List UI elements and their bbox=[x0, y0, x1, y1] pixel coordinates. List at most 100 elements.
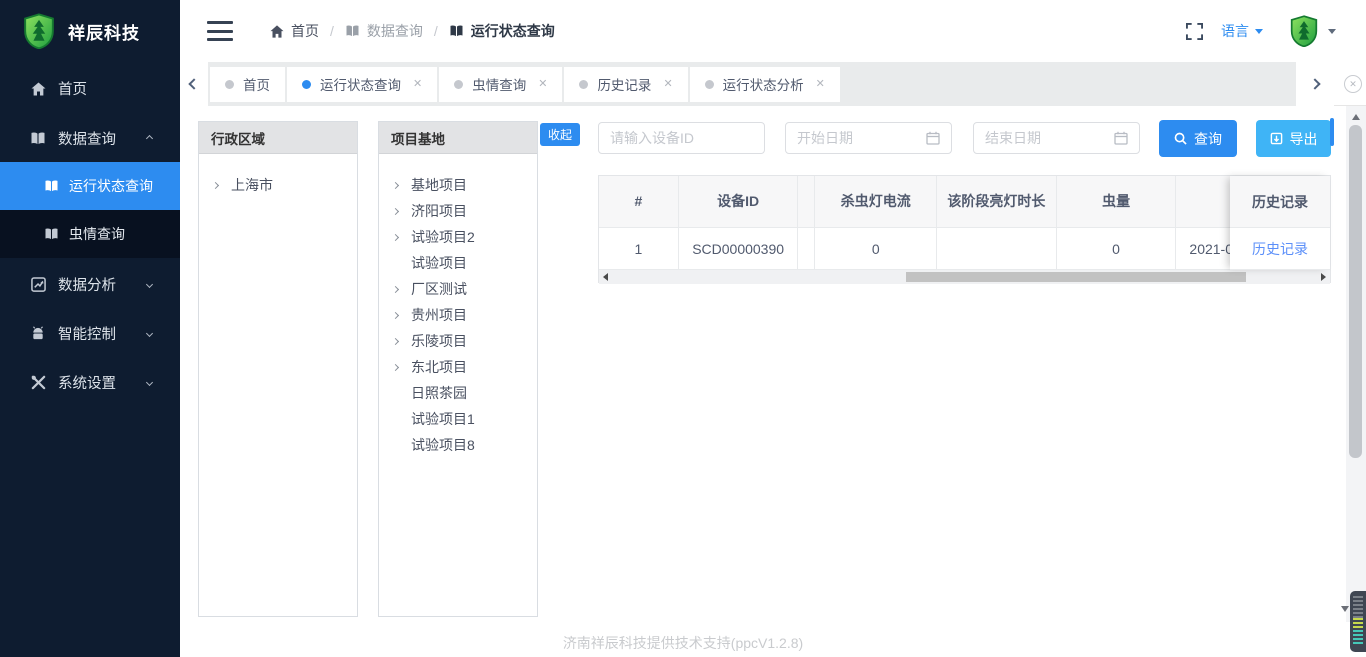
tab-label: 运行状态查询 bbox=[320, 74, 401, 94]
tree-item[interactable]: 济阳项目 bbox=[379, 198, 537, 224]
tree-item[interactable]: 日照茶园 bbox=[379, 380, 537, 406]
table-row: 1 SCD00000390 0 0 2021-0 bbox=[599, 228, 1330, 270]
chevron-right-icon[interactable] bbox=[393, 183, 401, 188]
topbar-actions: 语言 bbox=[1186, 0, 1366, 62]
breadcrumb-label: 首页 bbox=[291, 21, 319, 41]
sidebar-item-smart-control[interactable]: 智能控制 bbox=[0, 309, 180, 358]
tree-item[interactable]: 试验项目1 bbox=[379, 406, 537, 432]
chevron-right-icon[interactable] bbox=[393, 287, 401, 292]
tab-track: 首页 运行状态查询 虫情查询 历史记录 bbox=[208, 62, 1296, 106]
tab-close-icon[interactable] bbox=[538, 79, 547, 90]
region-panel-title: 行政区域 bbox=[199, 122, 357, 154]
end-date-input[interactable] bbox=[973, 122, 1140, 154]
horizontal-scrollbar-thumb[interactable] bbox=[906, 272, 1246, 282]
tree-item[interactable]: 基地项目 bbox=[379, 172, 537, 198]
table-header-partial bbox=[798, 176, 815, 228]
tree-item[interactable]: 试验项目8 bbox=[379, 432, 537, 458]
query-button[interactable]: 查询 bbox=[1159, 120, 1237, 157]
tab-run-status-analysis[interactable]: 运行状态分析 bbox=[690, 67, 840, 102]
language-selector[interactable]: 语言 bbox=[1221, 21, 1263, 41]
sidebar-item-label: 首页 bbox=[58, 78, 87, 99]
sidebar-item-home[interactable]: 首页 bbox=[0, 64, 180, 113]
table-horizontal-scrollbar[interactable] bbox=[599, 270, 1330, 284]
chevron-right-icon[interactable] bbox=[393, 235, 401, 240]
start-date-input[interactable] bbox=[785, 122, 952, 154]
scroll-left-arrow-icon[interactable] bbox=[603, 273, 608, 281]
history-record-link[interactable]: 历史记录 bbox=[1252, 239, 1308, 259]
caret-down-icon bbox=[1255, 29, 1263, 34]
export-button[interactable]: 导出 bbox=[1256, 120, 1331, 157]
tabs-scroll-left-button[interactable] bbox=[180, 62, 208, 106]
device-id-input[interactable] bbox=[598, 122, 765, 154]
tab-close-icon[interactable] bbox=[413, 79, 422, 90]
chart-icon bbox=[30, 277, 46, 293]
search-icon bbox=[1174, 132, 1187, 145]
sidebar-item-label: 系统设置 bbox=[58, 372, 116, 393]
tab-run-status-query[interactable]: 运行状态查询 bbox=[287, 67, 437, 102]
collapse-panels-button[interactable]: 收起 bbox=[540, 123, 580, 146]
chevron-right-icon[interactable] bbox=[393, 339, 401, 344]
tab-dot-icon bbox=[579, 80, 588, 89]
tree-item-label: 试验项目2 bbox=[411, 227, 475, 247]
sidebar-subitem-run-status-query[interactable]: 运行状态查询 bbox=[0, 162, 180, 210]
breadcrumb-home[interactable]: 首页 bbox=[270, 21, 319, 41]
tree-item[interactable]: 贵州项目 bbox=[379, 302, 537, 328]
breadcrumb-section[interactable]: 数据查询 bbox=[345, 21, 423, 41]
tree-item-shanghai[interactable]: 上海市 bbox=[199, 172, 357, 198]
sidebar-item-data-query[interactable]: 数据查询 bbox=[0, 114, 180, 163]
tab-label: 首页 bbox=[243, 74, 270, 94]
breadcrumb-current: 运行状态查询 bbox=[449, 21, 555, 41]
sidebar-subitem-insect-query[interactable]: 虫情查询 bbox=[0, 210, 180, 258]
tree-item[interactable]: 乐陵项目 bbox=[379, 328, 537, 354]
tabbar: 首页 运行状态查询 虫情查询 历史记录 bbox=[180, 62, 1366, 106]
tab-home[interactable]: 首页 bbox=[210, 67, 285, 102]
tabs-scroll-right-button[interactable] bbox=[1296, 62, 1334, 106]
vertical-scrollbar-thumb[interactable] bbox=[1349, 125, 1362, 458]
chevron-right-icon[interactable] bbox=[213, 183, 221, 188]
tab-history[interactable]: 历史记录 bbox=[564, 67, 687, 102]
cell-insect-count: 0 bbox=[1057, 228, 1177, 270]
scroll-right-arrow-icon[interactable] bbox=[1321, 273, 1326, 281]
caret-down-icon bbox=[1328, 29, 1336, 34]
breadcrumb-separator: / bbox=[434, 23, 438, 39]
tree-item[interactable]: 厂区测试 bbox=[379, 276, 537, 302]
tab-close-icon[interactable] bbox=[816, 79, 825, 90]
chevron-right-icon[interactable] bbox=[393, 209, 401, 214]
cell-index: 1 bbox=[599, 228, 679, 270]
brand-header[interactable]: 祥辰科技 bbox=[0, 0, 180, 62]
tab-insect-query[interactable]: 虫情查询 bbox=[439, 67, 562, 102]
cell-lamp-current: 0 bbox=[815, 228, 937, 270]
region-tree: 上海市 bbox=[199, 154, 357, 198]
home-icon bbox=[30, 81, 46, 97]
table-header-device-id: 设备ID bbox=[679, 176, 799, 228]
cell-light-duration bbox=[937, 228, 1057, 270]
tree-item-label: 试验项目1 bbox=[411, 409, 475, 429]
project-panel-title: 项目基地 bbox=[379, 122, 537, 154]
sidebar-item-system-settings[interactable]: 系统设置 bbox=[0, 358, 180, 407]
sidebar-item-label: 数据分析 bbox=[58, 274, 116, 295]
tab-dot-icon bbox=[302, 80, 311, 89]
tree-item[interactable]: 东北项目 bbox=[379, 354, 537, 380]
breadcrumb-separator: / bbox=[330, 23, 334, 39]
tab-dot-icon bbox=[705, 80, 714, 89]
table-fixed-column: 历史记录 历史记录 bbox=[1230, 176, 1330, 270]
sidebar-subitem-label: 虫情查询 bbox=[69, 224, 125, 244]
chevron-right-icon[interactable] bbox=[393, 365, 401, 370]
tree-item-label: 厂区测试 bbox=[411, 279, 467, 299]
book-icon bbox=[30, 131, 46, 147]
sidebar-collapse-button[interactable] bbox=[207, 21, 233, 41]
book-icon bbox=[44, 179, 59, 194]
chevron-right-icon[interactable] bbox=[393, 313, 401, 318]
scroll-down-arrow-icon[interactable] bbox=[1341, 606, 1349, 612]
tab-close-icon[interactable] bbox=[663, 79, 672, 90]
table-header-index: # bbox=[599, 176, 679, 228]
close-all-tabs-icon[interactable] bbox=[1344, 75, 1362, 93]
sidebar-item-data-analysis[interactable]: 数据分析 bbox=[0, 260, 180, 309]
fullscreen-icon[interactable] bbox=[1186, 23, 1203, 40]
table-cell-history: 历史记录 bbox=[1230, 228, 1330, 270]
user-menu[interactable] bbox=[1289, 15, 1336, 47]
scroll-up-arrow-icon[interactable] bbox=[1352, 114, 1360, 120]
tree-item[interactable]: 试验项目 bbox=[379, 250, 537, 276]
app-window: 祥辰科技 首页 数据查询 运行状态查询 虫情查询 bbox=[0, 0, 1366, 657]
tree-item[interactable]: 试验项目2 bbox=[379, 224, 537, 250]
